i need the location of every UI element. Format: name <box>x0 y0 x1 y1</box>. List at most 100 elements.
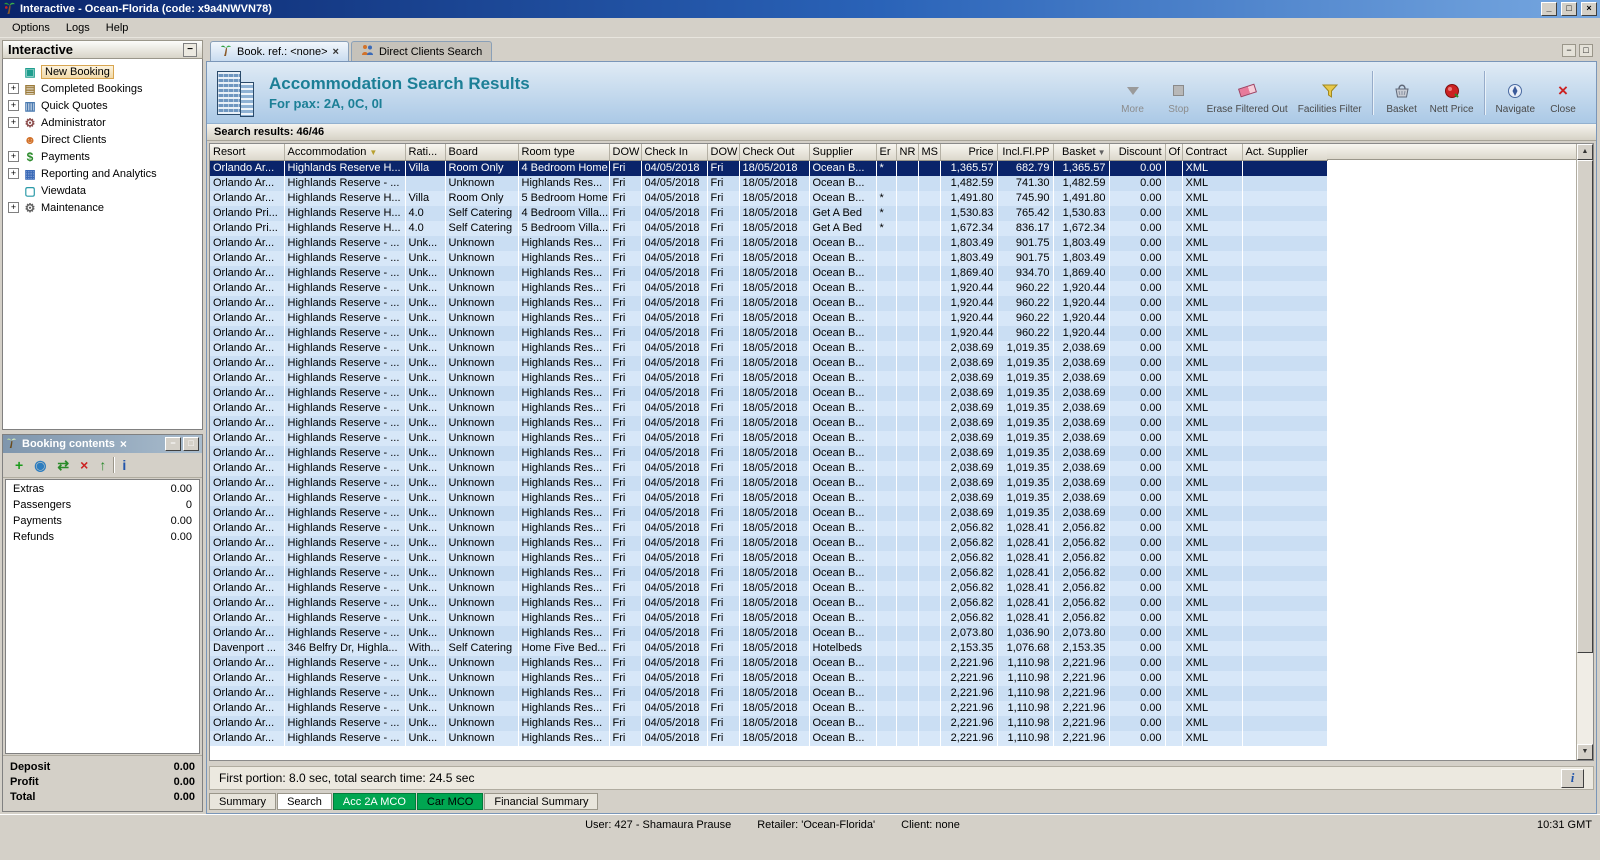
navigate-button[interactable]: Navigate <box>1491 69 1540 117</box>
table-row[interactable]: Orlando Ar... Highlands Reserve - ... Unk.… <box>210 520 1328 536</box>
column-header-basket[interactable]: Basket ▼ <box>1053 144 1110 161</box>
table-row[interactable]: Orlando Ar... Highlands Reserve - ... Unk.… <box>210 280 1328 296</box>
bottom-tab-acc-2a-mco[interactable]: Acc 2A MCO <box>332 793 416 810</box>
table-row[interactable]: Orlando Ar... Highlands Reserve - ... Unk.… <box>210 580 1328 596</box>
close-results-button[interactable]: × Close <box>1540 69 1586 117</box>
table-row[interactable]: Orlando Ar... Highlands Reserve - ... Unk.… <box>210 325 1328 341</box>
facilities-filter-button[interactable]: Facilities Filter <box>1293 69 1367 117</box>
column-header-act-supplier[interactable]: Act. Supplier <box>1242 144 1328 161</box>
info-button[interactable]: i <box>1561 768 1584 788</box>
column-header-room-type[interactable]: Room type <box>518 144 610 161</box>
column-header-nr[interactable]: NR <box>896 144 919 161</box>
table-row[interactable]: Orlando Ar... Highlands Reserve - ... Unk.… <box>210 670 1328 686</box>
table-row[interactable]: Orlando Ar... Highlands Reserve - ... Unk.… <box>210 430 1328 446</box>
maximize-icon[interactable]: □ <box>1561 2 1577 16</box>
table-row[interactable]: Orlando Ar... Highlands Reserve - ... Unk.… <box>210 370 1328 386</box>
table-row[interactable]: Orlando Ar... Highlands Reserve H... Villa… <box>210 160 1328 176</box>
panel-minimize-icon[interactable]: − <box>1562 44 1576 57</box>
column-header-incl-fl-pp[interactable]: Incl.Fl.PP <box>997 144 1054 161</box>
more-button[interactable]: More <box>1110 69 1156 117</box>
table-row[interactable]: Orlando Ar... Highlands Reserve - ... Unk.… <box>210 700 1328 716</box>
column-header-er[interactable]: Er <box>876 144 897 161</box>
basket-button[interactable]: Basket <box>1379 69 1425 117</box>
tab-direct-clients-search[interactable]: Direct Clients Search <box>350 41 493 61</box>
table-row[interactable]: Orlando Ar... Highlands Reserve - ... Unk.… <box>210 355 1328 371</box>
minimize-icon[interactable]: _ <box>1541 2 1557 16</box>
column-header-check-in[interactable]: Check In <box>641 144 708 161</box>
table-row[interactable]: Davenport ... 346 Belfry Dr, Highla... Wit… <box>210 640 1328 656</box>
table-row[interactable]: Orlando Ar... Highlands Reserve - ... Unkn… <box>210 175 1328 191</box>
expand-icon[interactable]: + <box>8 202 19 213</box>
table-row[interactable]: Orlando Ar... Highlands Reserve - ... Unk.… <box>210 550 1328 566</box>
sidebar-item-quick-quotes[interactable]: + ▥ Quick Quotes <box>3 97 202 114</box>
sidebar-item-reporting-and-analytics[interactable]: + ▦ Reporting and Analytics <box>3 165 202 182</box>
table-row[interactable]: Orlando Ar... Highlands Reserve - ... Unk.… <box>210 625 1328 641</box>
column-header-check-out[interactable]: Check Out <box>739 144 810 161</box>
sidebar-item-payments[interactable]: + $ Payments <box>3 148 202 165</box>
table-row[interactable]: Orlando Ar... Highlands Reserve - ... Unk.… <box>210 295 1328 311</box>
table-row[interactable]: Orlando Pri... Highlands Reserve H... 4.0 S… <box>210 220 1328 236</box>
tab-close-icon[interactable]: × <box>333 46 339 58</box>
table-row[interactable]: Orlando Ar... Highlands Reserve - ... Unk.… <box>210 505 1328 521</box>
sidebar-item-maintenance[interactable]: + ⚙ Maintenance <box>3 199 202 216</box>
delete-icon[interactable]: × <box>80 457 88 473</box>
menu-options[interactable]: Options <box>4 20 58 36</box>
info-icon[interactable]: i <box>122 457 126 473</box>
table-row[interactable]: Orlando Ar... Highlands Reserve - ... Unk.… <box>210 490 1328 506</box>
booking-close-icon[interactable]: × <box>120 437 127 451</box>
table-row[interactable]: Orlando Ar... Highlands Reserve - ... Unk.… <box>210 250 1328 266</box>
expand-icon[interactable]: + <box>8 83 19 94</box>
column-header-rati[interactable]: Rati... <box>405 144 446 161</box>
table-row[interactable]: Orlando Ar... Highlands Reserve - ... Unk.… <box>210 715 1328 731</box>
column-header-supplier[interactable]: Supplier <box>809 144 877 161</box>
sidebar-item-viewdata[interactable]: ▢ Viewdata <box>3 182 202 199</box>
booking-restore-icon[interactable]: □ <box>183 437 199 451</box>
table-row[interactable]: Orlando Ar... Highlands Reserve - ... Unk.… <box>210 385 1328 401</box>
transfer-icon[interactable]: ⇄ <box>57 457 69 474</box>
column-header-discount[interactable]: Discount <box>1109 144 1166 161</box>
table-row[interactable]: Orlando Ar... Highlands Reserve - ... Unk.… <box>210 415 1328 431</box>
bottom-tab-summary[interactable]: Summary <box>209 793 277 810</box>
scroll-down-icon[interactable]: ▼ <box>1577 744 1593 760</box>
column-header-accommodation[interactable]: Accommodation ▼ <box>284 144 406 161</box>
expand-icon[interactable]: + <box>8 100 19 111</box>
table-row[interactable]: Orlando Ar... Highlands Reserve - ... Unk.… <box>210 565 1328 581</box>
add-icon[interactable]: + <box>15 457 23 473</box>
booking-row-refunds[interactable]: Refunds 0.00 <box>6 530 199 546</box>
table-row[interactable]: Orlando Ar... Highlands Reserve - ... Unk.… <box>210 730 1328 746</box>
sidebar-item-administrator[interactable]: + ⚙ Administrator <box>3 114 202 131</box>
expand-icon[interactable]: + <box>8 151 19 162</box>
column-header-dow[interactable]: DOW <box>707 144 740 161</box>
column-header-dow[interactable]: DOW <box>609 144 642 161</box>
column-header-of[interactable]: Of <box>1165 144 1183 161</box>
bottom-tab-search[interactable]: Search <box>277 793 332 810</box>
sidebar-item-completed-bookings[interactable]: + ▤ Completed Bookings <box>3 80 202 97</box>
table-row[interactable]: Orlando Ar... Highlands Reserve - ... Unk.… <box>210 595 1328 611</box>
tab-book-ref[interactable]: Book. ref.: <none> × <box>210 41 349 61</box>
table-row[interactable]: Orlando Ar... Highlands Reserve - ... Unk.… <box>210 475 1328 491</box>
table-row[interactable]: Orlando Ar... Highlands Reserve - ... Unk.… <box>210 235 1328 251</box>
vertical-scrollbar[interactable]: ▲ ▼ <box>1576 144 1593 760</box>
table-row[interactable]: Orlando Ar... Highlands Reserve - ... Unk.… <box>210 265 1328 281</box>
booking-row-passengers[interactable]: Passengers 0 <box>6 498 199 514</box>
scroll-up-icon[interactable]: ▲ <box>1577 144 1593 160</box>
column-header-ms[interactable]: MS <box>918 144 941 161</box>
table-row[interactable]: Orlando Ar... Highlands Reserve H... Villa… <box>210 190 1328 206</box>
menu-logs[interactable]: Logs <box>58 20 98 36</box>
upload-icon[interactable]: ↑ <box>99 457 106 473</box>
sidebar-item-direct-clients[interactable]: ☻ Direct Clients <box>3 131 202 148</box>
table-row[interactable]: Orlando Ar... Highlands Reserve - ... Unk.… <box>210 340 1328 356</box>
bottom-tab-car-mco[interactable]: Car MCO <box>416 793 484 810</box>
booking-row-extras[interactable]: Extras 0.00 <box>6 482 199 498</box>
table-row[interactable]: Orlando Ar... Highlands Reserve - ... Unk.… <box>210 460 1328 476</box>
menu-help[interactable]: Help <box>98 20 137 36</box>
table-row[interactable]: Orlando Ar... Highlands Reserve - ... Unk.… <box>210 400 1328 416</box>
sidebar-item-new-booking[interactable]: ▣ New Booking <box>3 63 202 80</box>
expand-icon[interactable]: + <box>8 117 19 128</box>
column-header-board[interactable]: Board <box>445 144 519 161</box>
column-header-price[interactable]: Price <box>940 144 998 161</box>
table-row[interactable]: Orlando Ar... Highlands Reserve - ... Unk.… <box>210 445 1328 461</box>
table-row[interactable]: Orlando Ar... Highlands Reserve - ... Unk.… <box>210 610 1328 626</box>
table-row[interactable]: Orlando Ar... Highlands Reserve - ... Unk.… <box>210 655 1328 671</box>
filter-icon[interactable]: ▼ <box>369 148 377 157</box>
